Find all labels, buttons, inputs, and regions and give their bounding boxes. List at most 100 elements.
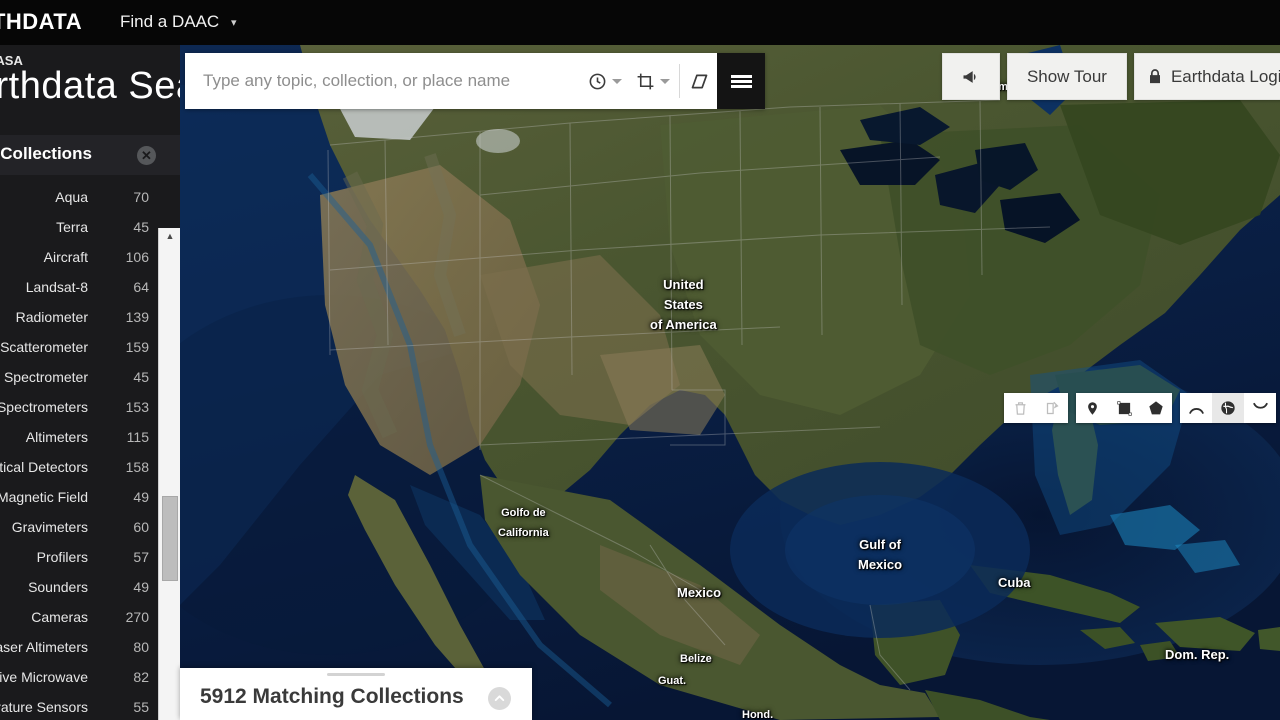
projection-group [1180, 393, 1276, 423]
facet-row[interactable]: Radiometer139 [0, 303, 158, 333]
antarctic-projection-button[interactable] [1244, 393, 1276, 423]
scrollbar-thumb[interactable] [162, 496, 178, 581]
facet-row[interactable]: Aircraft106 [0, 243, 158, 273]
arctic-icon [1188, 401, 1205, 415]
hamburger-icon [731, 73, 752, 90]
chevron-up-icon [493, 692, 506, 705]
shape-draw-group [1076, 393, 1172, 423]
facet-label: Landsat-8 [26, 279, 88, 295]
draw-marker-button[interactable] [1076, 393, 1108, 423]
facet-count: 153 [126, 399, 149, 415]
facet-label: Radiometer [16, 309, 88, 325]
facet-row[interactable]: Profilers57 [0, 543, 158, 573]
draw-rectangle-button[interactable] [1108, 393, 1140, 423]
facet-count: 270 [126, 609, 149, 625]
facet-row[interactable]: Imaging Spectrometers 153 [0, 393, 158, 423]
facet-count: 159 [126, 339, 149, 355]
earthdata-search-app: James Bay UnitedStatesof America Golfo d… [0, 0, 1280, 720]
facet-count: 49 [133, 489, 149, 505]
facet-label: Passive Microwave [0, 669, 88, 685]
facet-count: 158 [126, 459, 149, 475]
spatial-filter-button[interactable] [629, 53, 677, 109]
facet-count: 60 [133, 519, 149, 535]
map-viewport[interactable]: James Bay UnitedStatesof America Golfo d… [180, 45, 1280, 720]
geographic-projection-button[interactable] [1212, 393, 1244, 423]
earthdata-brand[interactable]: EARTHDATA [0, 9, 82, 35]
search-bar[interactable] [185, 53, 765, 109]
delete-shape-button[interactable] [1004, 393, 1036, 423]
sidebar-panel: NASA Earthdata Search Filter Collections… [0, 45, 180, 720]
megaphone-icon [961, 67, 981, 87]
facet-row[interactable]: Sounders49 [0, 573, 158, 603]
facet-count: 82 [133, 669, 149, 685]
facet-label: Aqua [55, 189, 88, 205]
map-label: Belize [680, 649, 712, 669]
matching-collections-count: 5912 Matching Collections [200, 685, 464, 709]
map-label: UnitedStatesof America [650, 275, 717, 335]
find-a-daac-menu[interactable]: Find a DAAC ▾ [120, 12, 236, 32]
results-panel-toggle-button[interactable] [488, 687, 511, 710]
chevron-down-icon: ▾ [231, 16, 237, 29]
facet-label: Terra [56, 219, 88, 235]
eraser-icon [689, 71, 710, 92]
sidebar-scrollbar[interactable]: ▲ ▼ [158, 228, 180, 720]
facet-row[interactable]: Altimeters115 [0, 423, 158, 453]
facet-label: Lidar/Laser Altimeters [0, 639, 88, 655]
chevron-down-icon [612, 79, 622, 84]
edit-shape-button[interactable] [1036, 393, 1068, 423]
clear-filters-button[interactable] [682, 53, 717, 109]
facet-row[interactable]: Photon/Optical Detectors 158 [0, 453, 158, 483]
facet-row[interactable]: Scatterometer159 [0, 333, 158, 363]
map-label: Golfo deCalifornia [498, 503, 549, 543]
facet-row[interactable]: Gravimeters60 [0, 513, 158, 543]
facet-row[interactable]: Passive Microwave 82 [0, 663, 158, 693]
facet-panel-header: Filter Collections ✕ [0, 135, 180, 175]
show-tour-button[interactable]: Show Tour [1007, 53, 1127, 100]
edit-icon [1045, 401, 1060, 416]
facet-label: Photon/Optical Detectors [0, 459, 88, 475]
earthdata-login-label: Earthdata Login [1171, 67, 1280, 87]
facet-row[interactable]: Spectrometer45 [0, 363, 158, 393]
facet-count: 115 [127, 429, 149, 445]
map-top-right-controls: Show Tour Earthdata Login [942, 53, 1280, 100]
facet-count: 49 [133, 579, 149, 595]
facet-list[interactable]: Aqua70Terra45Aircraft106 Landsat-8 64 Radio… [0, 183, 158, 720]
scroll-up-button[interactable]: ▲ [159, 228, 180, 244]
facet-row[interactable]: Temperature Sensors55 [0, 693, 158, 720]
facet-count: 64 [133, 279, 149, 295]
polygon-icon [1148, 400, 1164, 416]
draw-polygon-button[interactable] [1140, 393, 1172, 423]
facet-row[interactable]: Aqua70 [0, 183, 158, 213]
map-label: Guat. [658, 671, 686, 691]
map-label: Mexico [677, 583, 721, 603]
map-label: Gulf ofMexico [858, 535, 902, 575]
facet-label: Temperature Sensors [0, 699, 88, 715]
map-basemap[interactable] [180, 45, 1280, 720]
facet-label: Imaging Spectrometers [0, 399, 88, 415]
show-tour-label: Show Tour [1027, 67, 1107, 87]
facet-row[interactable]: Lidar/Laser Altimeters80 [0, 633, 158, 663]
clear-facets-button[interactable]: ✕ [137, 146, 156, 165]
find-a-daac-label: Find a DAAC [120, 12, 219, 31]
facet-count: 57 [133, 549, 149, 565]
map-label: Dom. Rep. [1165, 645, 1229, 665]
earthdata-login-button[interactable]: Earthdata Login [1134, 53, 1280, 100]
search-input[interactable] [185, 54, 581, 108]
facet-row[interactable]: Magnetic Field 49 [0, 483, 158, 513]
feedback-button[interactable] [942, 53, 1000, 100]
facet-row[interactable]: Landsat-8 64 [0, 273, 158, 303]
results-panel[interactable]: 5912 Matching Collections [180, 668, 532, 720]
geographic-icon [1220, 400, 1236, 416]
map-toolbar [1004, 393, 1276, 423]
arctic-projection-button[interactable] [1180, 393, 1212, 423]
facet-row[interactable]: Cameras270 [0, 603, 158, 633]
crop-icon [636, 72, 655, 91]
results-panel-drag-handle[interactable] [327, 673, 385, 676]
shape-edit-group [1004, 393, 1068, 423]
facet-label: Spectrometer [4, 369, 88, 385]
rectangle-icon [1117, 401, 1132, 416]
facet-row[interactable]: Terra45 [0, 213, 158, 243]
temporal-filter-button[interactable] [581, 53, 629, 109]
search-menu-button[interactable] [717, 53, 765, 109]
facet-label: Magnetic Field [0, 489, 88, 505]
